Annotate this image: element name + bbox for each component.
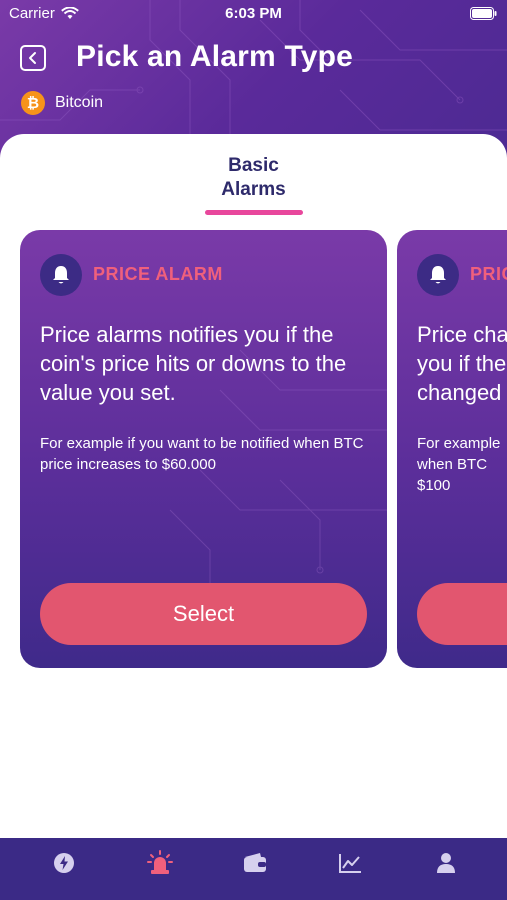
tab-wallet[interactable] (240, 850, 270, 876)
chart-icon (339, 854, 361, 873)
card-description-line: changed (417, 380, 502, 405)
alarm-siren-icon (147, 850, 173, 874)
tab-label-line2: Alarms (221, 179, 286, 200)
card-example: For example if you want to be notified w… (40, 435, 364, 473)
battery-icon (470, 7, 497, 20)
page-title: Pick an Alarm Type (76, 40, 354, 73)
price-change-bell-badge (417, 254, 459, 296)
card-description: Price alarms notifies you if the coin's … (40, 322, 347, 405)
select-button[interactable]: Select (40, 583, 367, 645)
status-bar: Carrier 6:03 PM (0, 0, 507, 28)
tab-bolt[interactable] (49, 850, 79, 876)
coin-name: Bitcoin (55, 94, 104, 111)
price-alarm-bell-badge (40, 254, 82, 296)
profile-icon (437, 853, 455, 873)
coin-selector: ₿ Bitcoin (21, 91, 103, 115)
tab-profile[interactable] (431, 850, 461, 876)
card-title: PRICE ALARM (93, 264, 223, 284)
tab-chart[interactable] (335, 850, 365, 876)
tab-label-line1: Basic (228, 155, 279, 176)
bitcoin-icon: ₿ (21, 91, 45, 115)
bell-icon (430, 266, 446, 284)
tab-alarms[interactable] (145, 850, 175, 876)
card-description-line: Price cha (417, 322, 507, 347)
bell-icon (53, 266, 69, 284)
card-example-line: when BTC (417, 456, 488, 473)
alarm-type-sheet: Basic Alarms PRICE ALARM Price alarms no… (0, 134, 507, 838)
alarm-card-price-change: PRIC Price cha you if the changed For ex… (397, 230, 507, 668)
tab-basic-alarms[interactable]: Basic Alarms (0, 154, 507, 202)
wallet-icon (244, 853, 266, 872)
back-button[interactable] (20, 45, 46, 71)
card-example: For example when BTC $100 (417, 433, 500, 496)
active-tab-indicator (205, 210, 303, 215)
card-example-line: $100 (417, 477, 451, 494)
chevron-left-icon (29, 52, 36, 64)
bottom-tab-bar (0, 838, 507, 900)
card-title: PRIC (470, 264, 507, 284)
card-example-line: For example (417, 435, 501, 452)
card-description-line: you if the (417, 351, 507, 376)
bolt-icon (54, 853, 74, 873)
select-button[interactable] (417, 583, 507, 645)
card-description: Price cha you if the changed (417, 320, 507, 407)
status-time: 6:03 PM (225, 5, 282, 22)
alarm-card-price: PRICE ALARM Price alarms notifies you if… (20, 230, 387, 668)
